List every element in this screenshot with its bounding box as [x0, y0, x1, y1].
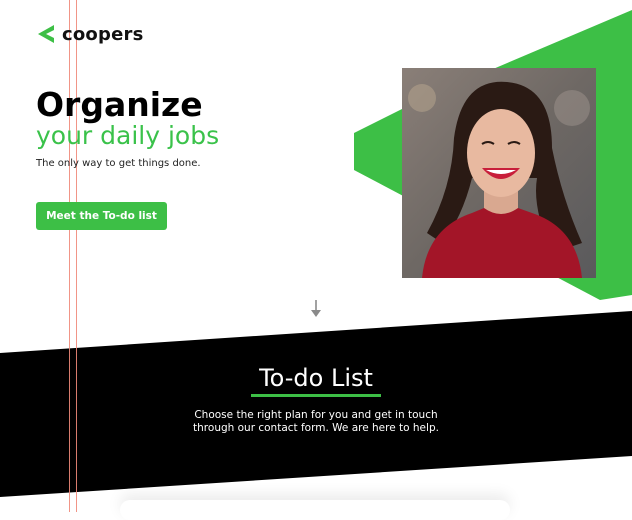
arrow-down-icon[interactable]	[309, 298, 323, 320]
hero-tagline: The only way to get things done.	[36, 158, 201, 169]
todo-section-title: To-do List	[259, 364, 373, 392]
meet-todo-list-button[interactable]: Meet the To-do list	[36, 202, 167, 230]
hero-subheadline: your daily jobs	[36, 121, 220, 150]
description-line-1: Choose the right plan for you and get in…	[194, 409, 438, 421]
chevron-left-icon	[38, 25, 54, 43]
todo-title-underline	[251, 394, 381, 397]
guide-line-right	[76, 0, 77, 512]
todo-card-preview	[120, 500, 510, 520]
hero-photo	[402, 68, 596, 278]
todo-section-description: Choose the right plan for you and get in…	[186, 409, 446, 435]
guide-line-left	[69, 0, 70, 512]
description-line-2: through our contact form. We are here to…	[193, 422, 439, 434]
brand-name: coopers	[62, 23, 144, 45]
brand-logo[interactable]: coopers	[36, 22, 144, 46]
hero-headline: Organize	[36, 85, 203, 124]
